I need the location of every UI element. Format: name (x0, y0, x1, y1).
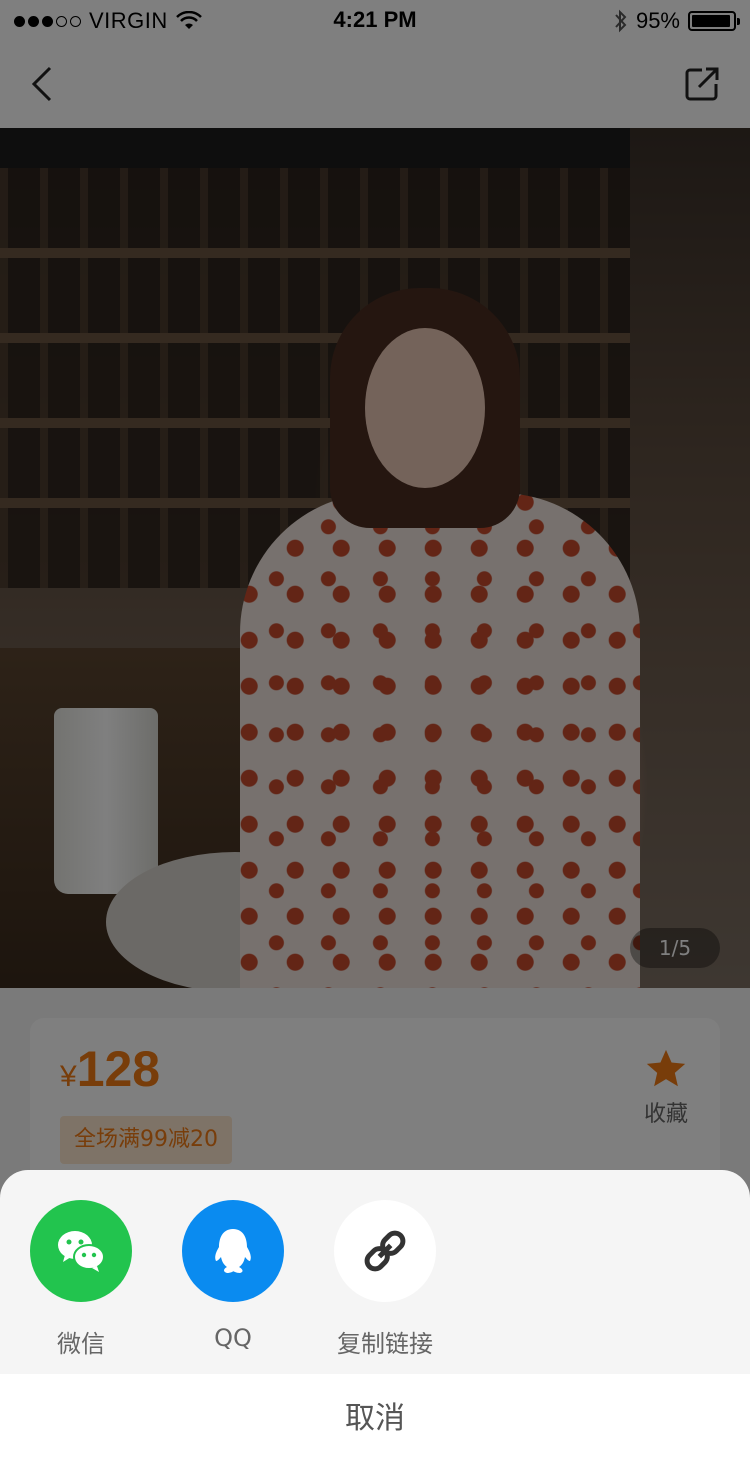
qq-icon (182, 1200, 284, 1302)
share-option-copy-link[interactable]: 复制链接 (310, 1200, 460, 1359)
share-sheet: 微信 QQ 复制链接 取消 (0, 1170, 750, 1464)
link-icon (334, 1200, 436, 1302)
share-option-label: 微信 (57, 1330, 105, 1358)
share-option-label: QQ (214, 1324, 252, 1352)
share-option-label: 复制链接 (337, 1330, 433, 1358)
wechat-icon (30, 1200, 132, 1302)
share-option-wechat[interactable]: 微信 (6, 1200, 156, 1359)
share-option-qq[interactable]: QQ (158, 1200, 308, 1352)
cancel-button[interactable]: 取消 (0, 1374, 750, 1464)
